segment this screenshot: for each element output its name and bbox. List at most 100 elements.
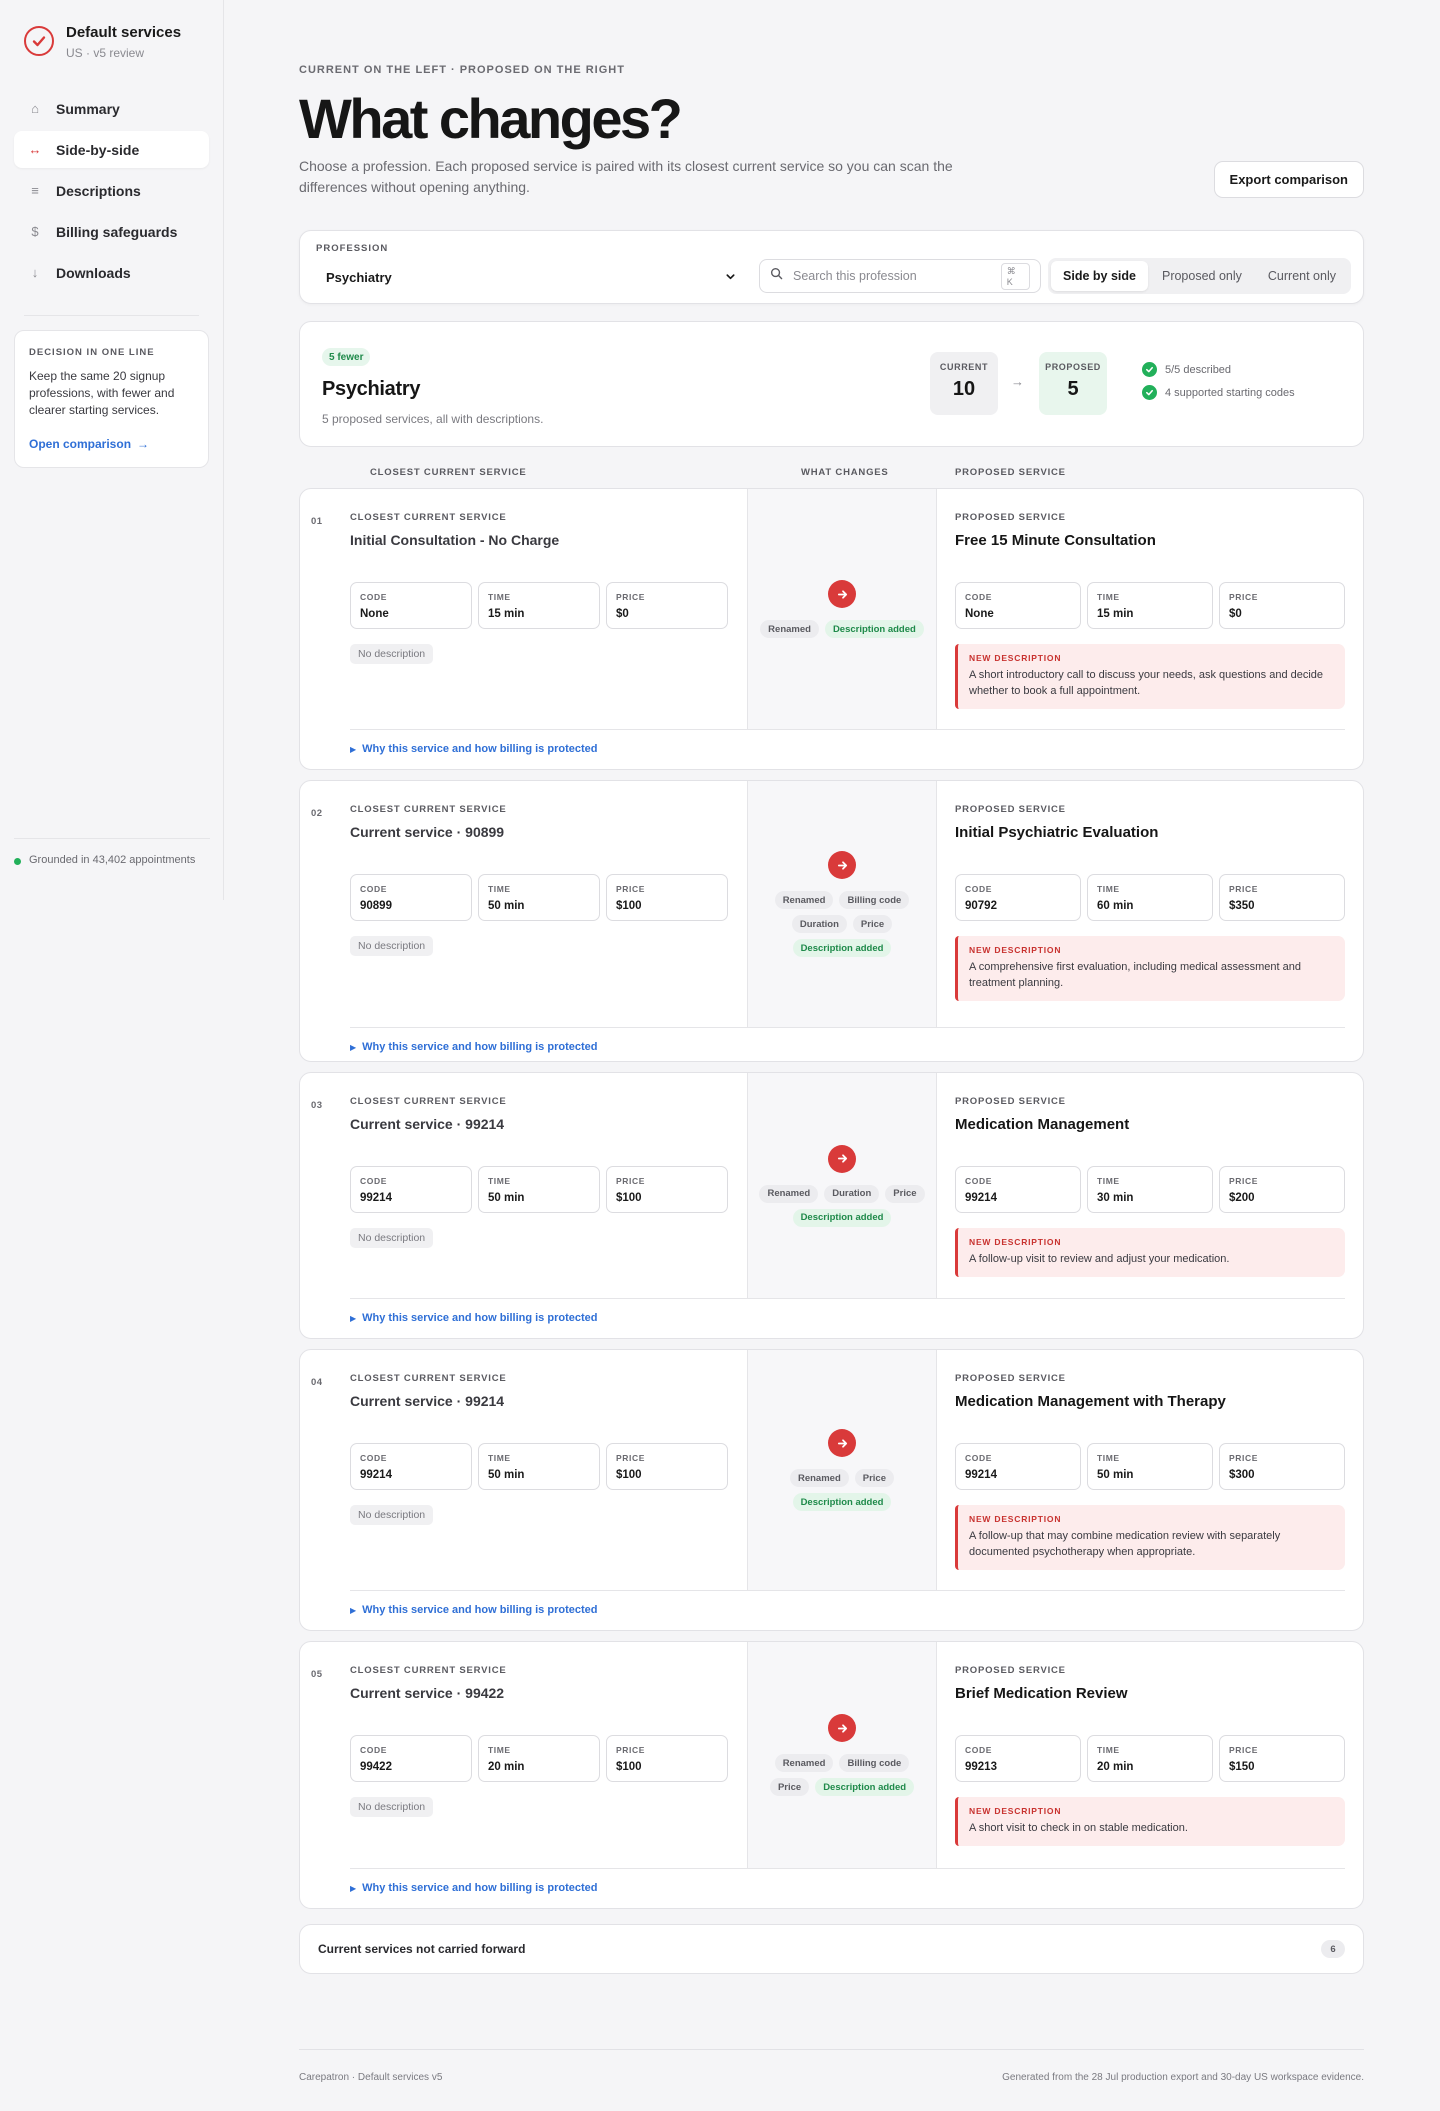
current-service-name: Current service · 99214 xyxy=(350,1116,505,1132)
sidebar-item-side-by-side[interactable]: ↔ Side-by-side xyxy=(14,131,209,168)
proposed-count: PROPOSED 5 xyxy=(1039,352,1107,415)
change-chip: Renamed xyxy=(774,891,834,909)
code-field: CODE 90792 xyxy=(955,874,1081,921)
sidebar-item-label: Side-by-side xyxy=(56,141,140,158)
code-value: 99214 xyxy=(360,1192,392,1204)
new-description-text: A comprehensive first evaluation, includ… xyxy=(969,961,1302,989)
price-value: $350 xyxy=(1229,900,1255,912)
arrow-right-icon xyxy=(828,580,856,608)
disclosure-triangle-icon: ▶ xyxy=(350,1605,357,1615)
proposed-service-name: Medication Management xyxy=(955,1116,1130,1133)
view-proposed-only[interactable]: Proposed only xyxy=(1150,261,1254,291)
change-chip: Description added xyxy=(824,620,924,638)
time-value: 15 min xyxy=(488,608,525,620)
time-value: 60 min xyxy=(1097,900,1134,912)
change-chips: Renamed Billing code Price Description adde… xyxy=(757,1754,927,1796)
why-service-disclosure[interactable]: ▶ Why this service and how billing is pro… xyxy=(350,1027,1345,1053)
proposed-service: PROPOSED SERVICE Initial Psychiatric Eval… xyxy=(937,781,1345,1027)
new-description-text: A follow-up that may combine medication … xyxy=(969,1530,1281,1558)
new-description: NEW DESCRIPTION A follow-up that may comb… xyxy=(955,1505,1345,1570)
home-icon: ⌂ xyxy=(31,101,39,116)
brand-subtitle: US · v5 review xyxy=(66,46,145,60)
check-circle-icon xyxy=(1142,385,1157,400)
what-changes: Renamed Duration Price Description added xyxy=(747,1073,937,1298)
decision-label: DECISION IN ONE LINE xyxy=(29,347,155,358)
no-description-badge: No description xyxy=(350,1505,434,1525)
arrow-right-icon xyxy=(828,1714,856,1742)
sidebar-item-label: Summary xyxy=(56,100,120,117)
change-chip: Price xyxy=(854,1469,894,1487)
new-description-text: A short visit to check in on stable medi… xyxy=(969,1822,1188,1834)
sidebar-item-downloads[interactable]: ↓ Downloads xyxy=(14,254,209,291)
current-service-name: Current service · 99422 xyxy=(350,1685,505,1701)
no-description-badge: No description xyxy=(350,936,434,956)
service-comparison-card: 05 CLOSEST CURRENT SERVICE Current service… xyxy=(299,1641,1364,1909)
why-service-disclosure[interactable]: ▶ Why this service and how billing is pro… xyxy=(350,1298,1345,1324)
new-description: NEW DESCRIPTION A short introductory call… xyxy=(955,644,1345,709)
code-field: CODE 90899 xyxy=(350,874,472,921)
code-field: CODE None xyxy=(955,582,1081,629)
service-number: 01 xyxy=(311,516,323,527)
disclosure-triangle-icon: ▶ xyxy=(350,1042,357,1052)
sidebar-item-label: Billing safeguards xyxy=(56,223,178,240)
sidebar: Default services US · v5 review ⌂ Summar… xyxy=(0,0,224,900)
footer: Carepatron · Default services v5 Generat… xyxy=(299,2049,1364,2083)
change-chip: Renamed xyxy=(759,1184,819,1203)
search-box[interactable]: ⌘ K xyxy=(759,259,1041,293)
sidebar-item-billing-safeguards[interactable]: $ Billing safeguards xyxy=(14,213,209,250)
sidebar-item-descriptions[interactable]: ≡ Descriptions xyxy=(14,172,209,209)
service-comparison-card: 03 CLOSEST CURRENT SERVICE Current service… xyxy=(299,1072,1364,1339)
change-chips: Renamed Duration Price Description added xyxy=(757,1184,927,1227)
code-field: CODE 99214 xyxy=(955,1166,1081,1213)
not-carried-forward-row[interactable]: Current services not carried forward 6 xyxy=(299,1924,1364,1974)
why-service-disclosure[interactable]: ▶ Why this service and how billing is pro… xyxy=(350,1868,1345,1894)
footer-left: Carepatron · Default services v5 xyxy=(299,2072,443,2083)
service-number: 03 xyxy=(311,1100,323,1111)
arrow-right-icon: → xyxy=(137,437,150,451)
time-field: TIME 60 min xyxy=(1087,874,1213,921)
time-field: TIME 20 min xyxy=(478,1735,600,1782)
price-value: $100 xyxy=(616,1192,642,1204)
proposed-service: PROPOSED SERVICE Brief Medication Review C… xyxy=(937,1642,1345,1868)
sidebar-item-summary[interactable]: ⌂ Summary xyxy=(14,90,209,127)
time-value: 50 min xyxy=(1097,1469,1134,1481)
price-value: $200 xyxy=(1229,1192,1255,1204)
profession-value: Psychiatry xyxy=(326,269,392,285)
why-service-disclosure[interactable]: ▶ Why this service and how billing is pro… xyxy=(350,729,1345,755)
profession-summary: 5 fewer Psychiatry 5 proposed services, … xyxy=(299,321,1364,447)
profession-select[interactable]: Psychiatry xyxy=(316,261,746,293)
page-title: What changes? xyxy=(299,87,683,150)
price-field: PRICE $100 xyxy=(606,1735,728,1782)
open-comparison-link[interactable]: Open comparison → xyxy=(29,437,194,451)
profession-label: PROFESSION xyxy=(316,243,389,254)
price-field: PRICE $150 xyxy=(1219,1735,1345,1782)
change-chip: Description added xyxy=(792,1493,892,1511)
why-service-disclosure[interactable]: ▶ Why this service and how billing is pro… xyxy=(350,1590,1345,1616)
check-item: 5/5 described xyxy=(1142,362,1231,377)
code-field: CODE None xyxy=(350,582,472,629)
what-changes: Renamed Billing code Duration Price Descript… xyxy=(747,781,937,1027)
time-field: TIME 15 min xyxy=(1087,582,1213,629)
code-field: CODE 99214 xyxy=(350,1443,472,1490)
code-field: CODE 99214 xyxy=(350,1166,472,1213)
not-carried-label: Current services not carried forward xyxy=(318,1942,526,1956)
view-side-by-side[interactable]: Side by side xyxy=(1051,261,1148,291)
disclosure-triangle-icon: ▶ xyxy=(350,1313,357,1323)
sidebar-item-label: Downloads xyxy=(56,264,131,281)
time-value: 50 min xyxy=(488,900,525,912)
view-current-only[interactable]: Current only xyxy=(1256,261,1348,291)
brand-title: Default services xyxy=(66,24,182,41)
search-input[interactable] xyxy=(793,269,991,283)
price-field: PRICE $100 xyxy=(606,874,728,921)
time-field: TIME 50 min xyxy=(478,874,600,921)
filter-bar: PROFESSION Psychiatry ⌘ K Side by side P… xyxy=(299,230,1364,304)
change-chip: Price xyxy=(852,915,893,933)
time-field: TIME 50 min xyxy=(1087,1443,1213,1490)
time-value: 30 min xyxy=(1097,1192,1134,1204)
chevron-down-icon xyxy=(725,270,736,285)
code-value: 99214 xyxy=(360,1469,392,1481)
change-chips: Renamed Description added xyxy=(757,620,927,638)
time-value: 20 min xyxy=(1097,1761,1134,1773)
export-comparison-button[interactable]: Export comparison xyxy=(1213,161,1364,198)
view-toggle: Side by side Proposed only Current only xyxy=(1048,258,1351,294)
